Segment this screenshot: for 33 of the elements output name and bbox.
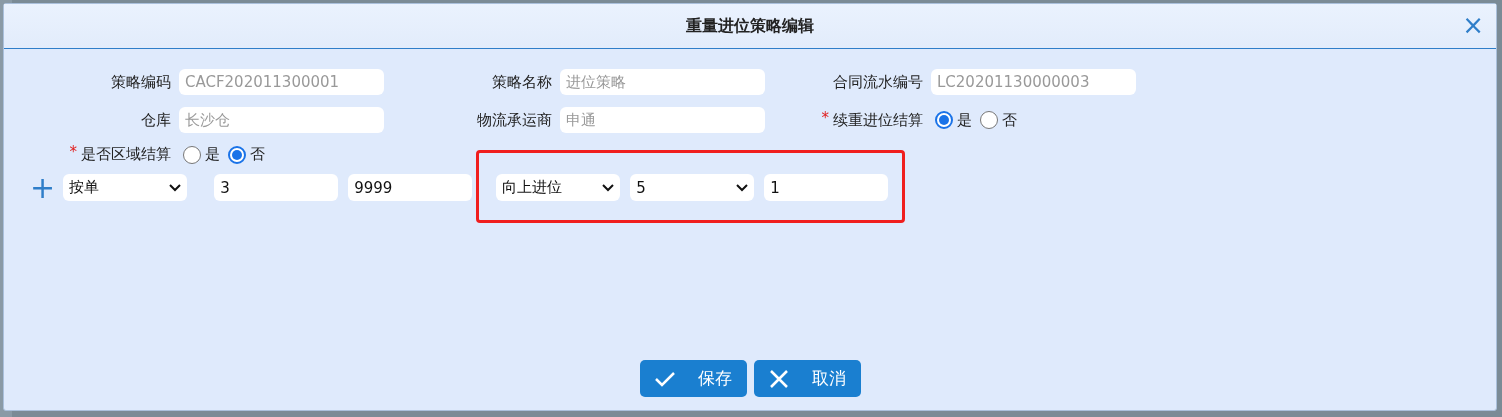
close-button[interactable]: ×	[1458, 14, 1488, 36]
field-label: 策略编码	[111, 72, 171, 92]
caret-icon	[736, 183, 749, 192]
radio-label: 否	[250, 145, 265, 164]
text-field[interactable]: 9999	[348, 174, 473, 201]
field-label: 是否区域结算	[81, 145, 171, 164]
required-mark: *	[69, 145, 77, 159]
text-field[interactable]: 1	[764, 174, 889, 201]
field-label: 仓库	[141, 110, 171, 130]
check-icon	[653, 369, 676, 388]
dropdown[interactable]: 按单	[63, 174, 188, 201]
caret-icon	[602, 183, 615, 192]
field-label: 续重进位结算	[833, 110, 923, 130]
add-button[interactable]: +	[30, 174, 56, 201]
dropdown[interactable]: 5	[630, 174, 755, 201]
radio-button[interactable]	[228, 145, 246, 164]
radio-button[interactable]	[980, 111, 998, 129]
field-label: 策略名称	[492, 72, 552, 92]
dropdown[interactable]: 向上进位	[496, 174, 621, 201]
caret-icon	[169, 183, 182, 192]
required-mark: *	[821, 110, 829, 125]
text-field[interactable]: 3	[214, 174, 339, 201]
radio-button[interactable]	[935, 111, 953, 129]
cross-icon	[767, 369, 790, 388]
radio-label: 是	[205, 145, 220, 164]
field-label: 合同流水编号	[833, 72, 923, 92]
cancel-button[interactable]: 取消	[753, 360, 861, 397]
radio-label: 否	[1002, 110, 1017, 130]
field-label: 物流承运商	[477, 110, 552, 130]
radio-label: 是	[957, 110, 972, 130]
dialog-title: 重量进位策略编辑	[686, 15, 814, 37]
save-button[interactable]: 保存	[639, 360, 747, 397]
radio-button[interactable]	[183, 145, 201, 164]
